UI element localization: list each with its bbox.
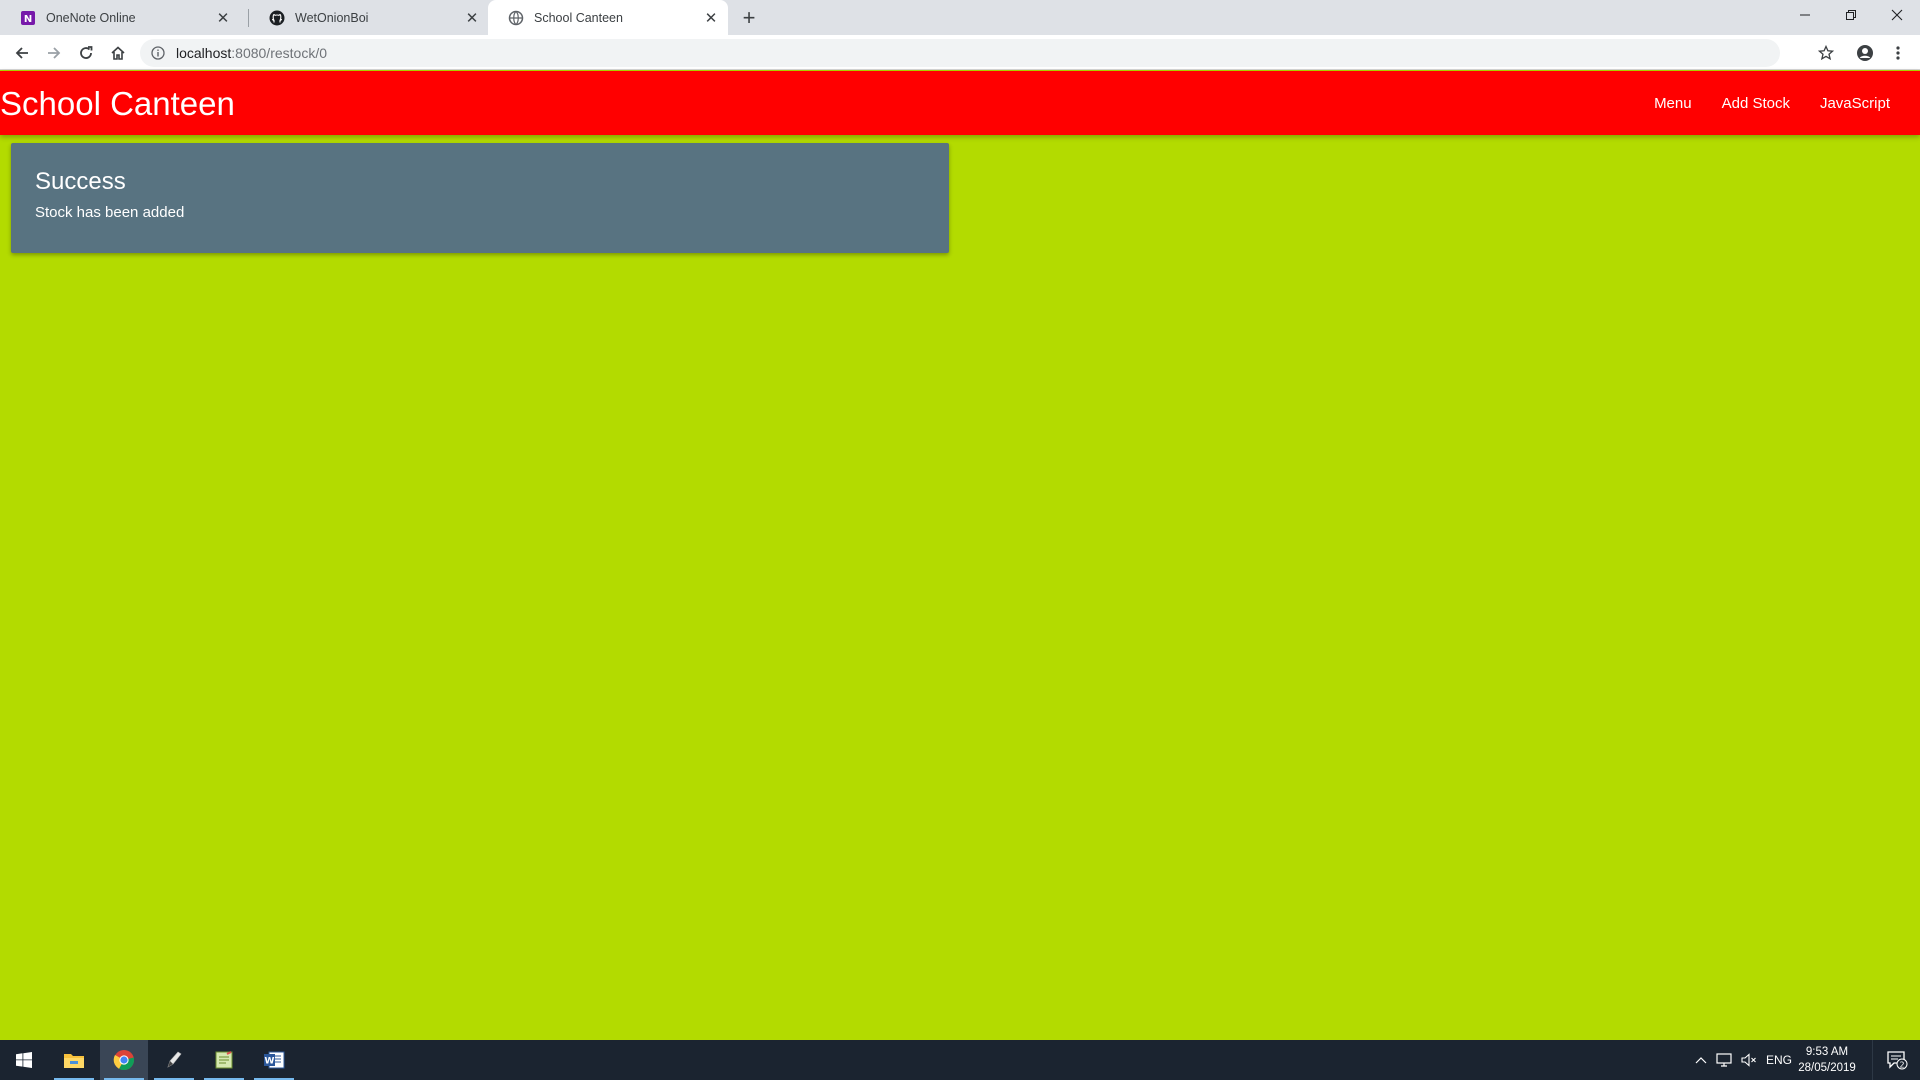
site-brand[interactable]: School Canteen	[0, 85, 235, 123]
url-path: :8080/restock/0	[231, 45, 327, 61]
clock-date: 28/05/2019	[1798, 1062, 1856, 1074]
svg-text:N: N	[24, 14, 32, 25]
github-icon	[269, 10, 285, 26]
address-bar[interactable]: localhost:8080/restock/0	[140, 39, 1780, 67]
file-explorer-icon[interactable]	[50, 1040, 98, 1080]
tab-title: OneNote Online	[46, 10, 136, 25]
notification-count: 2	[1899, 1060, 1904, 1069]
card-title: Success	[35, 168, 126, 195]
close-tab-icon[interactable]: ✕	[700, 7, 722, 29]
browser-tab-strip: N OneNote Online ✕ WetOnionBoi ✕ School …	[0, 0, 1920, 35]
chrome-icon[interactable]	[100, 1040, 148, 1080]
browser-toolbar: localhost:8080/restock/0	[0, 35, 1920, 70]
restore-icon[interactable]	[1828, 0, 1873, 30]
account-icon[interactable]	[1851, 39, 1879, 67]
windows-start-icon[interactable]	[0, 1040, 48, 1080]
network-icon[interactable]	[1714, 1040, 1736, 1080]
tab-title: School Canteen	[534, 10, 623, 25]
globe-icon	[508, 10, 524, 26]
volume-muted-icon[interactable]	[1738, 1040, 1760, 1080]
notepad-app-icon[interactable]	[200, 1040, 248, 1080]
clock-time: 9:53 AM	[1805, 1046, 1849, 1058]
close-window-icon[interactable]	[1874, 0, 1919, 30]
close-tab-icon[interactable]: ✕	[461, 7, 483, 29]
bookmark-star-icon[interactable]	[1812, 39, 1840, 67]
success-card: Success Stock has been added	[11, 143, 949, 253]
nav-link-add-stock[interactable]: Add Stock	[1707, 95, 1805, 112]
tab-wetonionboi[interactable]: WetOnionBoi ✕	[249, 0, 489, 35]
tab-title: WetOnionBoi	[295, 10, 369, 25]
nav-link-javascript[interactable]: JavaScript	[1805, 95, 1905, 112]
forward-icon[interactable]	[40, 39, 68, 67]
close-tab-icon[interactable]: ✕	[212, 7, 234, 29]
url-host: localhost	[176, 45, 232, 61]
word-icon[interactable]: W	[250, 1040, 298, 1080]
nav-links: Menu Add Stock JavaScript	[1639, 71, 1905, 135]
card-message: Stock has been added	[35, 204, 185, 221]
show-hidden-icons-icon[interactable]	[1690, 1040, 1712, 1080]
minimize-icon[interactable]	[1782, 0, 1827, 30]
tab-school-canteen[interactable]: School Canteen ✕	[488, 0, 728, 35]
action-center-icon[interactable]: 2	[1872, 1040, 1920, 1080]
site-navbar: School Canteen Menu Add Stock JavaScript	[0, 71, 1920, 135]
more-menu-icon[interactable]	[1884, 39, 1912, 67]
reload-icon[interactable]	[72, 39, 100, 67]
back-icon[interactable]	[8, 39, 36, 67]
svg-text:W: W	[265, 1057, 275, 1067]
nav-link-menu[interactable]: Menu	[1639, 95, 1707, 112]
onenote-icon: N	[20, 10, 36, 26]
taskbar-clock[interactable]: 9:53 AM 28/05/2019	[1791, 1044, 1863, 1076]
new-tab-icon[interactable]: +	[735, 4, 763, 32]
info-icon[interactable]	[150, 45, 166, 61]
taskbar: W ENG 9:53 AM 28/05/2019 2	[0, 1040, 1920, 1080]
tab-onenote-online[interactable]: N OneNote Online ✕	[0, 0, 240, 35]
pen-app-icon[interactable]	[150, 1040, 198, 1080]
home-icon[interactable]	[104, 39, 132, 67]
